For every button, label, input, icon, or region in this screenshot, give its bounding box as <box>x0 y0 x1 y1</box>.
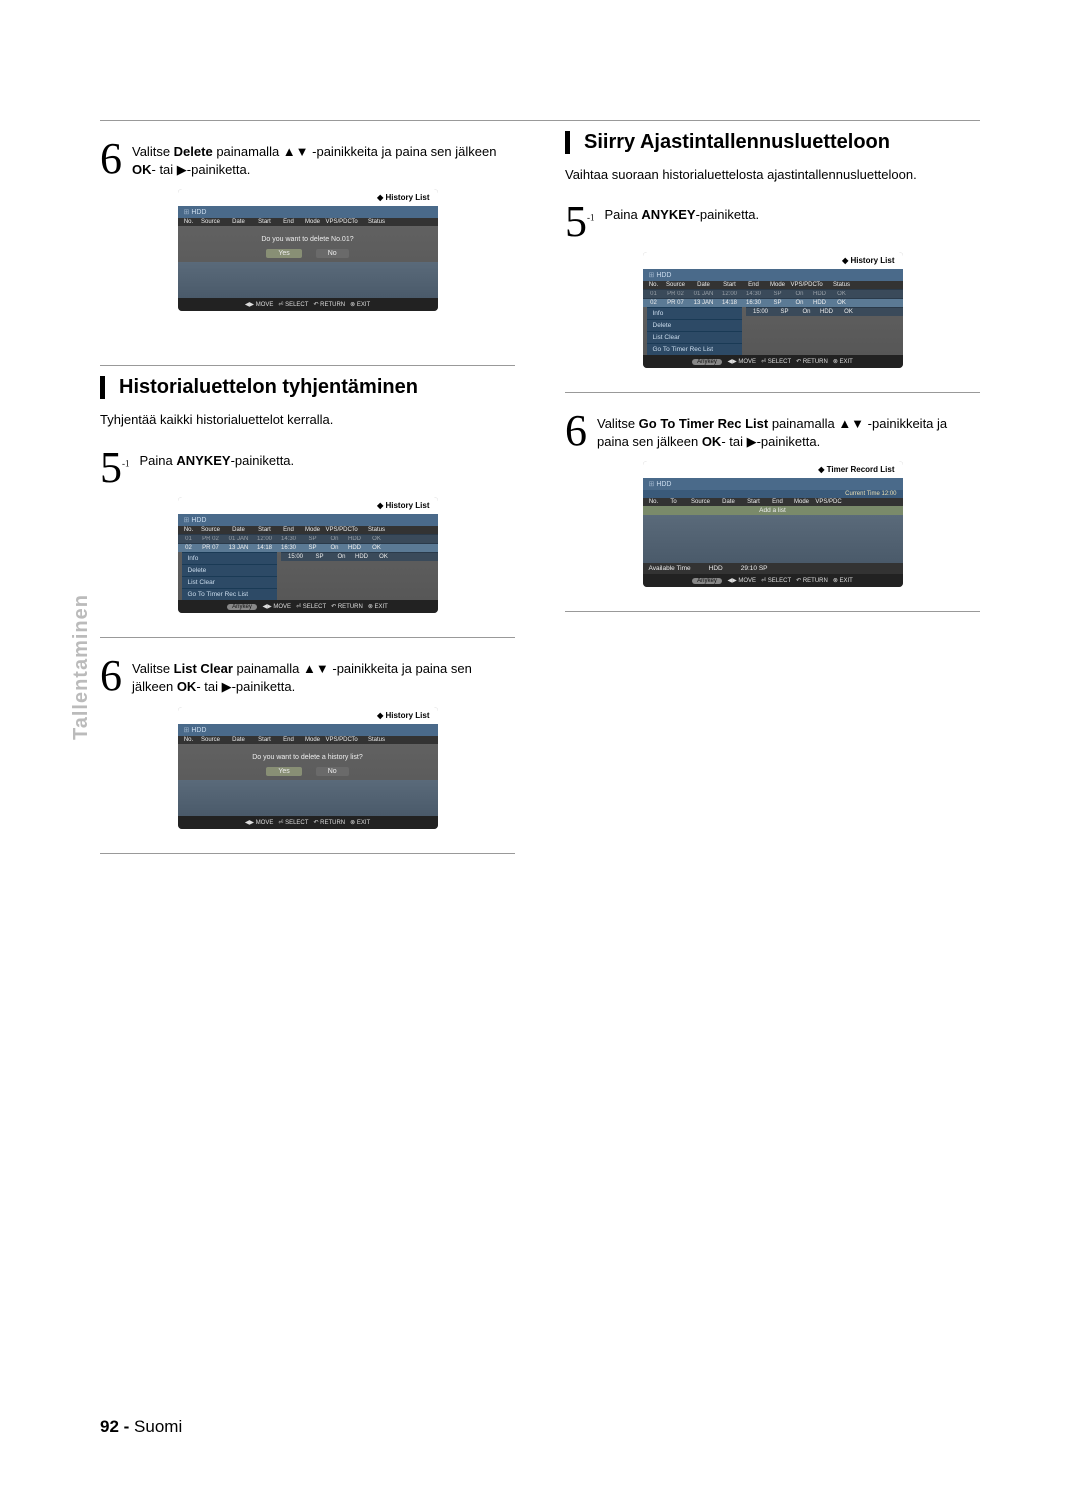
osd-available: Available Time HDD 29:10 SP <box>643 563 903 574</box>
step-6b: 6 Valitse List Clear painamalla ▲▼ -pain… <box>100 656 515 696</box>
osd-timer-record: Timer Record List HDD Current Time 12:00… <box>643 461 903 587</box>
yes-button[interactable]: Yes <box>266 249 301 258</box>
menu-goto-timer[interactable]: Go To Timer Rec List <box>182 588 277 600</box>
section-heading: Siirry Ajastintallennusluetteloon <box>565 131 980 154</box>
osd-footer: ◀▶ MOVE ⏎ SELECT ↶ RETURN ⊗ EXIT <box>178 816 438 829</box>
menu-delete[interactable]: Delete <box>647 319 742 331</box>
osd-delete-dialog: History List HDD No.SourceDateStartEndMo… <box>178 189 438 311</box>
step-number: 5-1 <box>100 448 130 488</box>
step-number: 5-1 <box>565 202 595 242</box>
osd-anykey-menu-left: History List HDD No.SourceDateStartEndMo… <box>178 497 438 613</box>
section-heading: Historialuettelon tyhjentäminen <box>100 376 515 399</box>
body-text: Tyhjentää kaikki historialuettelot kerra… <box>100 411 515 429</box>
osd-footer: Anykey ◀▶ MOVE ⏎ SELECT ↶ RETURN ⊗ EXIT <box>643 574 903 587</box>
step-number: 6 <box>100 139 122 179</box>
add-a-list[interactable]: Add a list <box>643 506 903 515</box>
yes-button[interactable]: Yes <box>266 767 301 776</box>
menu-delete[interactable]: Delete <box>182 564 277 576</box>
osd-footer: ◀▶ MOVE ⏎ SELECT ↶ RETURN ⊗ EXIT <box>178 298 438 311</box>
sidebar-tab-label: Tallentaminen <box>70 594 93 740</box>
step-number: 6 <box>100 656 122 696</box>
osd-hdd: HDD <box>643 478 903 490</box>
step-5-right: 5-1 Paina ANYKEY-painiketta. <box>565 202 980 242</box>
osd-title: History List <box>178 497 438 514</box>
step-text: Valitse Delete painamalla ▲▼ -painikkeit… <box>132 139 515 179</box>
osd-footer: Anykey ◀▶ MOVE ⏎ SELECT ↶ RETURN ⊗ EXIT <box>643 355 903 368</box>
step-text: Valitse List Clear painamalla ▲▼ -painik… <box>132 656 515 696</box>
osd-hdd: HDD <box>178 724 438 736</box>
body-text: Vaihtaa suoraan historialuettelosta ajas… <box>565 166 980 184</box>
osd-footer: Anykey ◀▶ MOVE ⏎ SELECT ↶ RETURN ⊗ EXIT <box>178 600 438 613</box>
osd-clear-dialog: History List HDD No.SourceDateStartEndMo… <box>178 707 438 829</box>
menu-list-clear[interactable]: List Clear <box>182 576 277 588</box>
osd-title: History List <box>178 707 438 724</box>
osd-title: History List <box>643 252 903 269</box>
osd-hdd: HDD <box>178 514 438 526</box>
step-5-left: 5-1 Paina ANYKEY-painiketta. <box>100 448 515 488</box>
page-number: 92 - Suomi <box>100 1417 182 1437</box>
step-text: Paina ANYKEY-painiketta. <box>140 448 295 488</box>
no-button[interactable]: No <box>316 767 349 776</box>
menu-goto-timer[interactable]: Go To Timer Rec List <box>647 343 742 355</box>
right-column: Siirry Ajastintallennusluetteloon Vaihta… <box>565 121 980 854</box>
osd-title: Timer Record List <box>643 461 903 478</box>
osd-dialog-text: Do you want to delete a history list? Ye… <box>178 744 438 780</box>
step-6a: 6 Valitse Delete painamalla ▲▼ -painikke… <box>100 139 515 179</box>
step-number: 6 <box>565 411 587 451</box>
menu-info[interactable]: Info <box>182 552 277 564</box>
menu-info[interactable]: Info <box>647 307 742 319</box>
osd-hdd: HDD <box>178 206 438 218</box>
left-column: 6 Valitse Delete painamalla ▲▼ -painikke… <box>100 121 515 854</box>
menu-list-clear[interactable]: List Clear <box>647 331 742 343</box>
osd-dialog-text: Do you want to delete No.01? Yes No <box>178 226 438 262</box>
step-6-right: 6 Valitse Go To Timer Rec List painamall… <box>565 411 980 451</box>
osd-anykey-menu-right: History List HDD No.SourceDateStartEndMo… <box>643 252 903 368</box>
osd-hdd: HDD <box>643 269 903 281</box>
step-text: Valitse Go To Timer Rec List painamalla … <box>597 411 980 451</box>
step-text: Paina ANYKEY-painiketta. <box>605 202 760 242</box>
osd-title: History List <box>178 189 438 206</box>
no-button[interactable]: No <box>316 249 349 258</box>
osd-current-time: Current Time 12:00 <box>643 490 903 498</box>
